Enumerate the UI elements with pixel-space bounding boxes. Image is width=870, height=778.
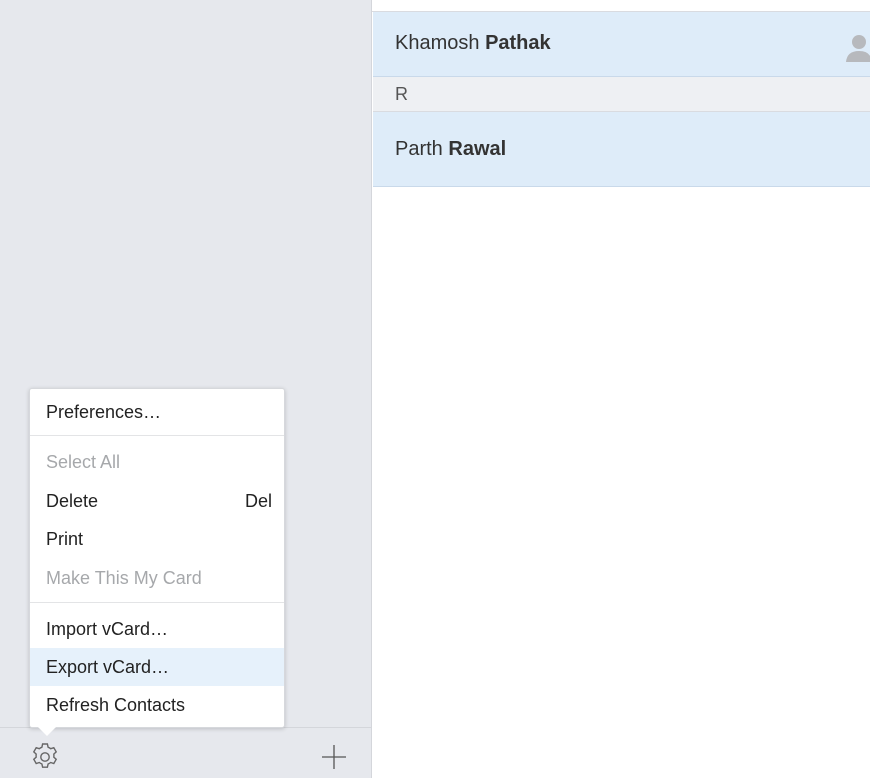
section-header: R (373, 77, 870, 112)
menu-pointer (38, 727, 56, 736)
gear-icon[interactable] (29, 741, 61, 773)
menu-item-label: Delete (46, 491, 99, 511)
plus-icon[interactable] (320, 743, 348, 771)
contact-first-name: Khamosh (395, 32, 480, 54)
menu-item-make-this-my-card: Make This My Card (46, 568, 202, 588)
menu-item-delete[interactable]: Delete Del (30, 482, 284, 520)
shortcut-label: Del (244, 491, 272, 511)
contact-row-parth-rawal[interactable]: Parth Rawal (373, 112, 870, 187)
contact-last-name: Pathak (485, 32, 551, 54)
contact-last-name: Rawal (448, 138, 507, 160)
menu-item-print[interactable]: Print (30, 520, 284, 558)
contact-first-name: Parth (395, 138, 443, 160)
settings-menu: Preferences… Select All Delete Del Print… (29, 388, 285, 728)
person-icon (846, 35, 870, 62)
menu-item-import-vcard[interactable]: Import vCard… (30, 610, 284, 648)
menu-item-refresh-contacts[interactable]: Refresh Contacts (30, 686, 284, 724)
menu-separator (30, 602, 284, 603)
menu-item-export-vcard[interactable]: Export vCard… (30, 648, 284, 686)
menu-item-select-all: Select All (46, 452, 121, 472)
menu-separator (30, 435, 284, 436)
contact-row-khamosh-pathak[interactable]: Khamosh Pathak (373, 12, 870, 77)
menu-item-preferences[interactable]: Preferences… (30, 393, 284, 431)
